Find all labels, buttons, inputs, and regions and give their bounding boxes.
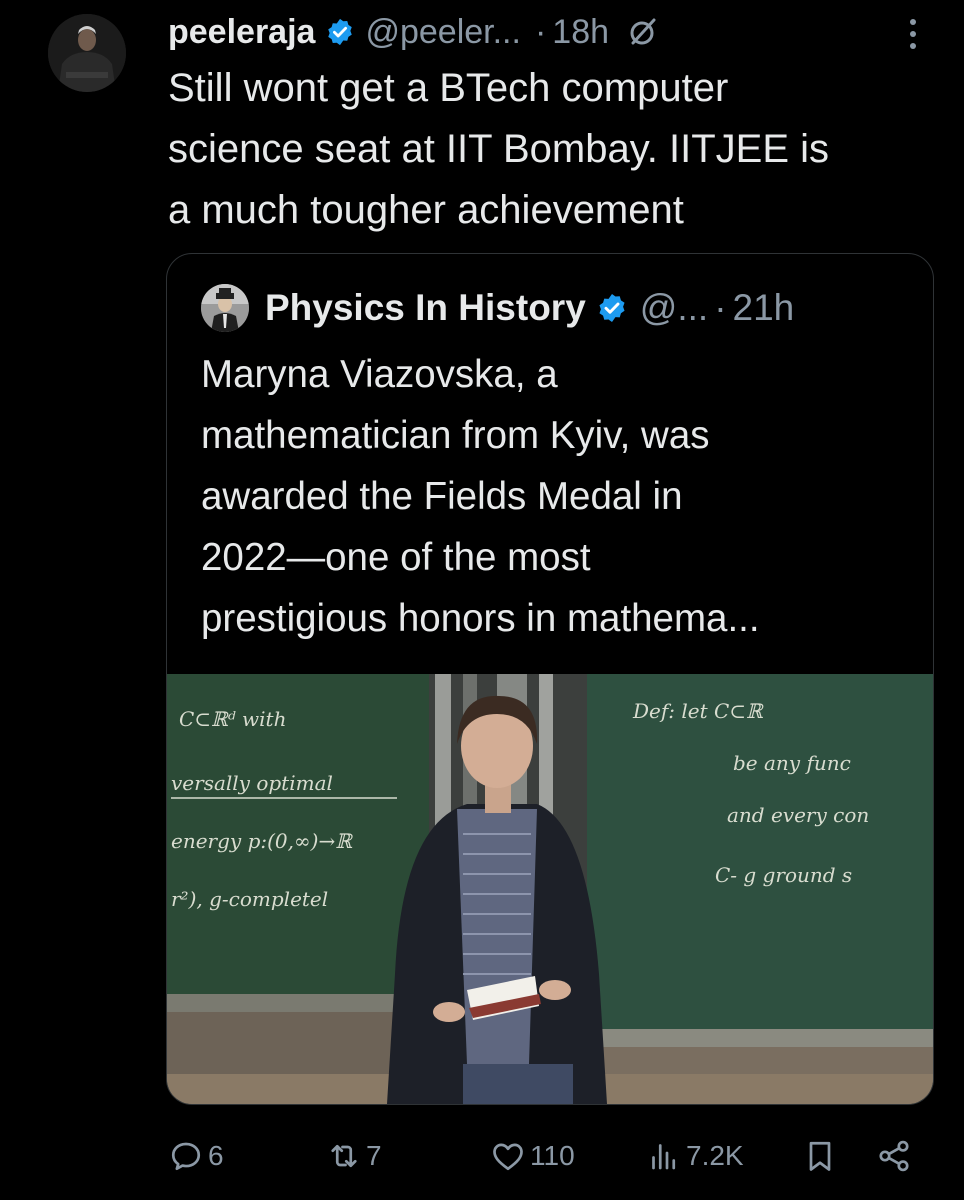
quoted-tweet-time[interactable]: 21h: [733, 287, 795, 329]
chalk-text: C- g ground s: [715, 863, 852, 887]
chalk-text: r²), g-completel: [171, 887, 328, 911]
repost-count: 7: [366, 1140, 382, 1171]
separator-dot: ·: [534, 12, 547, 51]
bookmark-icon: [809, 1141, 831, 1171]
chalk-text: and every con: [727, 803, 869, 827]
like-count: 110: [530, 1140, 575, 1171]
like-icon: [493, 1143, 523, 1171]
repost-icon: [331, 1144, 357, 1168]
quoted-tweet-header: Physics In History @... · 21h: [201, 280, 921, 336]
author-avatar[interactable]: [48, 14, 126, 92]
grok-icon[interactable]: [627, 16, 659, 48]
chalk-text: Def: let C⊂ℝ: [632, 699, 764, 723]
chalk-text: C⊂ℝᵈ with: [179, 707, 286, 731]
chalk-text: be any func: [733, 751, 851, 775]
views-button[interactable]: 7.2K: [646, 1130, 744, 1182]
author-handle[interactable]: @peeler...: [365, 13, 521, 52]
tweet-actions: 6 7 110 7.2K: [0, 1130, 964, 1182]
verified-badge-icon: [599, 294, 625, 322]
reply-icon: [171, 1142, 201, 1171]
quoted-author-avatar[interactable]: [201, 284, 249, 332]
quoted-tweet-text: Maryna Viazovska, a mathematician from K…: [201, 353, 760, 640]
verified-badge-icon: [328, 18, 353, 46]
quoted-tweet[interactable]: Physics In History @... · 21h Maryna Via…: [166, 253, 934, 1105]
more-icon[interactable]: [904, 14, 922, 54]
tweet-time[interactable]: 18h: [552, 13, 609, 52]
chalk-text: energy p:(0,∞)→ℝ: [171, 829, 353, 853]
quoted-author-handle[interactable]: @...: [640, 287, 708, 329]
like-button[interactable]: 110: [490, 1130, 575, 1182]
reply-button[interactable]: 6: [168, 1130, 224, 1182]
tweet-text: Still wont get a BTech computer science …: [168, 66, 829, 232]
chalk-text: versally optimal: [171, 771, 333, 795]
views-count: 7.2K: [686, 1140, 744, 1171]
repost-button[interactable]: 7: [326, 1130, 382, 1182]
separator-dot: ·: [714, 287, 727, 328]
bookmark-button[interactable]: [802, 1130, 838, 1182]
quoted-author-name[interactable]: Physics In History: [265, 287, 586, 329]
share-icon: [879, 1140, 909, 1172]
quoted-tweet-photo[interactable]: C⊂ℝᵈ with versally optimal energy p:(0,∞…: [167, 674, 933, 1104]
reply-count: 6: [208, 1140, 224, 1171]
share-button[interactable]: [876, 1130, 912, 1182]
views-icon: [652, 1144, 676, 1170]
author-name[interactable]: peeleraja: [168, 13, 315, 52]
tweet-header: peeleraja @peeler... · 18h: [168, 6, 928, 58]
